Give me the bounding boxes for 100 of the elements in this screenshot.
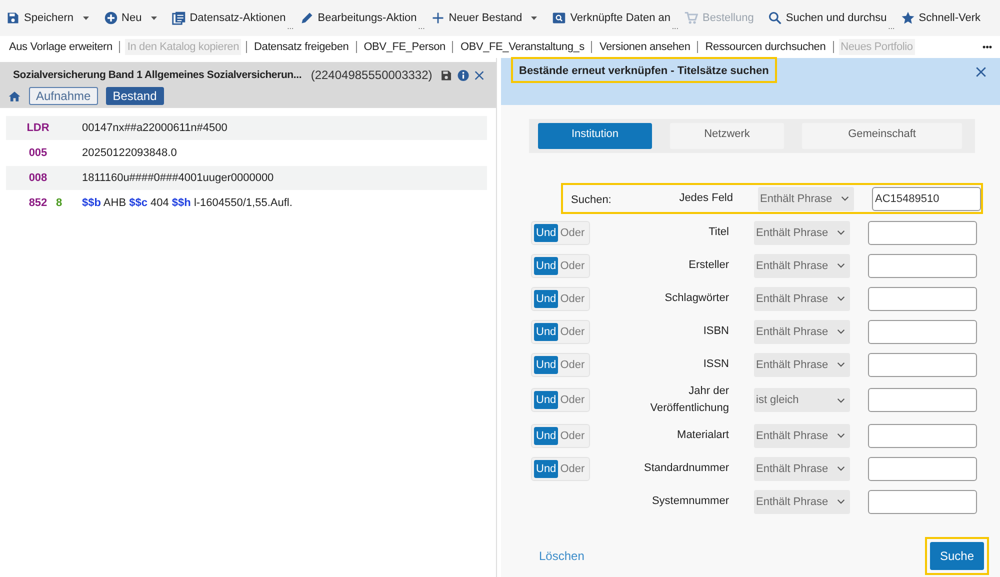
tab[interactable]: Institution: [538, 123, 652, 149]
chevron-icon: [837, 230, 845, 235]
record-title: Sozialversicherung Band 1 Allgemeines Sozialversicherun...: [13, 69, 303, 81]
toggle-option[interactable]: Und: [534, 224, 558, 242]
action-link[interactable]: Ressourcen durchsuchen: [703, 39, 828, 55]
action-link[interactable]: Datensatz freigeben: [252, 39, 351, 55]
search-button[interactable]: Suche: [930, 542, 984, 570]
chevron-icon: [837, 263, 845, 268]
field-value: $$b AHB $$c 404 $$h l-1604550/1,55.Aufl.: [82, 197, 292, 209]
toggle-option[interactable]: Oder: [558, 290, 587, 308]
field-tag: 005: [26, 147, 50, 159]
action-link[interactable]: Versionen ansehen: [597, 39, 692, 55]
toolbar-button[interactable]: Neuer Bestand: [448, 12, 522, 24]
toggle-option[interactable]: Und: [534, 426, 558, 444]
operator-dropdown[interactable]: Enthält Phrase: [754, 424, 850, 448]
search-icon: [552, 11, 566, 25]
toolbar-button[interactable]: Schnell-Verk: [918, 12, 981, 24]
toggle-option[interactable]: Oder: [558, 426, 587, 444]
clear-link[interactable]: Löschen: [539, 549, 584, 563]
input-field[interactable]: [868, 320, 977, 344]
cart-icon: [684, 11, 698, 25]
close-icon: [974, 65, 988, 79]
toggle-option[interactable]: Oder: [558, 391, 587, 409]
field-value: 00147nx##a22000611n#4500: [82, 122, 228, 134]
field-tag: 008: [26, 172, 50, 184]
operator-dropdown[interactable]: Enthält Phrase: [754, 490, 850, 514]
action-link[interactable]: OBV_FE_Veranstaltung_s: [458, 39, 586, 55]
ellipsis: ...: [287, 23, 294, 31]
record-id: (22404985550003332): [310, 68, 432, 82]
action-link[interactable]: OBV_FE_Person: [362, 39, 448, 55]
input-field[interactable]: [868, 286, 977, 310]
field-label: ISSN: [702, 357, 729, 372]
chevron-icon: [837, 398, 845, 402]
chevron-icon: [837, 362, 845, 367]
field-tag: 852: [26, 197, 50, 209]
star-icon: [900, 11, 915, 25]
input-field[interactable]: [868, 352, 977, 376]
input-field[interactable]: [868, 490, 977, 514]
input-field[interactable]: [868, 424, 977, 448]
tab[interactable]: Netzwerk: [670, 123, 784, 149]
chevron-icon: [841, 196, 849, 201]
dialog-title: Bestände erneut verknüpfen - Titelsätze suchen: [519, 65, 769, 77]
operator-dropdown[interactable]: Enthält Phrase: [754, 254, 850, 278]
toolbar-button[interactable]: Neu: [122, 12, 142, 24]
field-tag: LDR: [26, 122, 50, 134]
operator-dropdown[interactable]: Enthält Phrase: [754, 352, 850, 376]
chevron-icon: [837, 329, 845, 334]
toolbar-button[interactable]: Datensatz-Aktionen: [190, 12, 286, 24]
field-label: Titel: [708, 225, 729, 240]
input-field[interactable]: [868, 254, 977, 278]
more-button[interactable]: •••: [982, 42, 992, 52]
field-label: Schlagwörter: [664, 291, 729, 306]
toggle-option[interactable]: Und: [534, 256, 558, 274]
info-icon: [456, 68, 470, 82]
toggle-option[interactable]: Oder: [558, 256, 587, 274]
operator-dropdown[interactable]: Enthält Phrase: [754, 220, 850, 244]
toggle-option[interactable]: Und: [534, 322, 558, 340]
toggle-option[interactable]: Oder: [558, 322, 587, 340]
field-label: Ersteller: [688, 258, 729, 273]
toolbar-button[interactable]: Suchen und durchsu: [786, 12, 887, 24]
field-label: Jahr der Veröffentlichung: [649, 384, 729, 416]
operator-dropdown[interactable]: Enthält Phrase: [754, 286, 850, 310]
field-label: ISBN: [702, 324, 729, 339]
operator-dropdown[interactable]: Enthält Phrase: [754, 456, 850, 480]
record-tab[interactable]: Bestand: [106, 87, 164, 105]
ellipsis: ...: [672, 23, 678, 31]
document-icon: [172, 11, 186, 25]
toolbar-button[interactable]: Verknüpfte Daten an: [570, 12, 670, 24]
search-label: Suchen:: [571, 194, 612, 206]
ellipsis: ...: [888, 23, 895, 31]
chevron-icon: [837, 296, 845, 301]
tab[interactable]: Gemeinschaft: [802, 123, 962, 149]
toolbar-button[interactable]: Speichern: [24, 12, 74, 24]
field-indicator: 8: [56, 197, 62, 209]
toggle-option[interactable]: Oder: [558, 460, 587, 478]
close-icon: [473, 68, 486, 82]
toggle-option[interactable]: Und: [534, 356, 558, 374]
action-link[interactable]: Aus Vorlage erweitern: [7, 39, 114, 55]
toggle-option[interactable]: Und: [534, 460, 558, 478]
operator-dropdown[interactable]: Enthält Phrase: [754, 320, 850, 344]
chevron-icon: [837, 499, 845, 504]
record-tab[interactable]: Aufnahme: [29, 87, 98, 105]
chevron-icon: [837, 433, 845, 438]
chevron-icon: [837, 466, 845, 471]
input-field[interactable]: [868, 456, 977, 480]
ellipsis: ...: [418, 23, 425, 31]
input-field[interactable]: AC15489510: [872, 186, 981, 210]
toolbar-button[interactable]: Bearbeitungs-Aktion: [318, 12, 417, 24]
toggle-option[interactable]: Oder: [558, 224, 587, 242]
save-icon: [6, 11, 20, 25]
save-icon: [440, 68, 453, 82]
operator-dropdown[interactable]: Enthält Phrase: [758, 186, 854, 210]
operator-dropdown[interactable]: ist gleich: [754, 388, 850, 412]
toggle-option[interactable]: Und: [534, 290, 558, 308]
input-field[interactable]: [868, 388, 977, 412]
toggle-option[interactable]: Und: [534, 391, 558, 409]
input-field[interactable]: [868, 220, 977, 244]
field-value: 1811160u####0###4001uuger0000000: [82, 172, 274, 184]
toggle-option[interactable]: Oder: [558, 356, 587, 374]
field-label: Materialart: [676, 428, 729, 443]
